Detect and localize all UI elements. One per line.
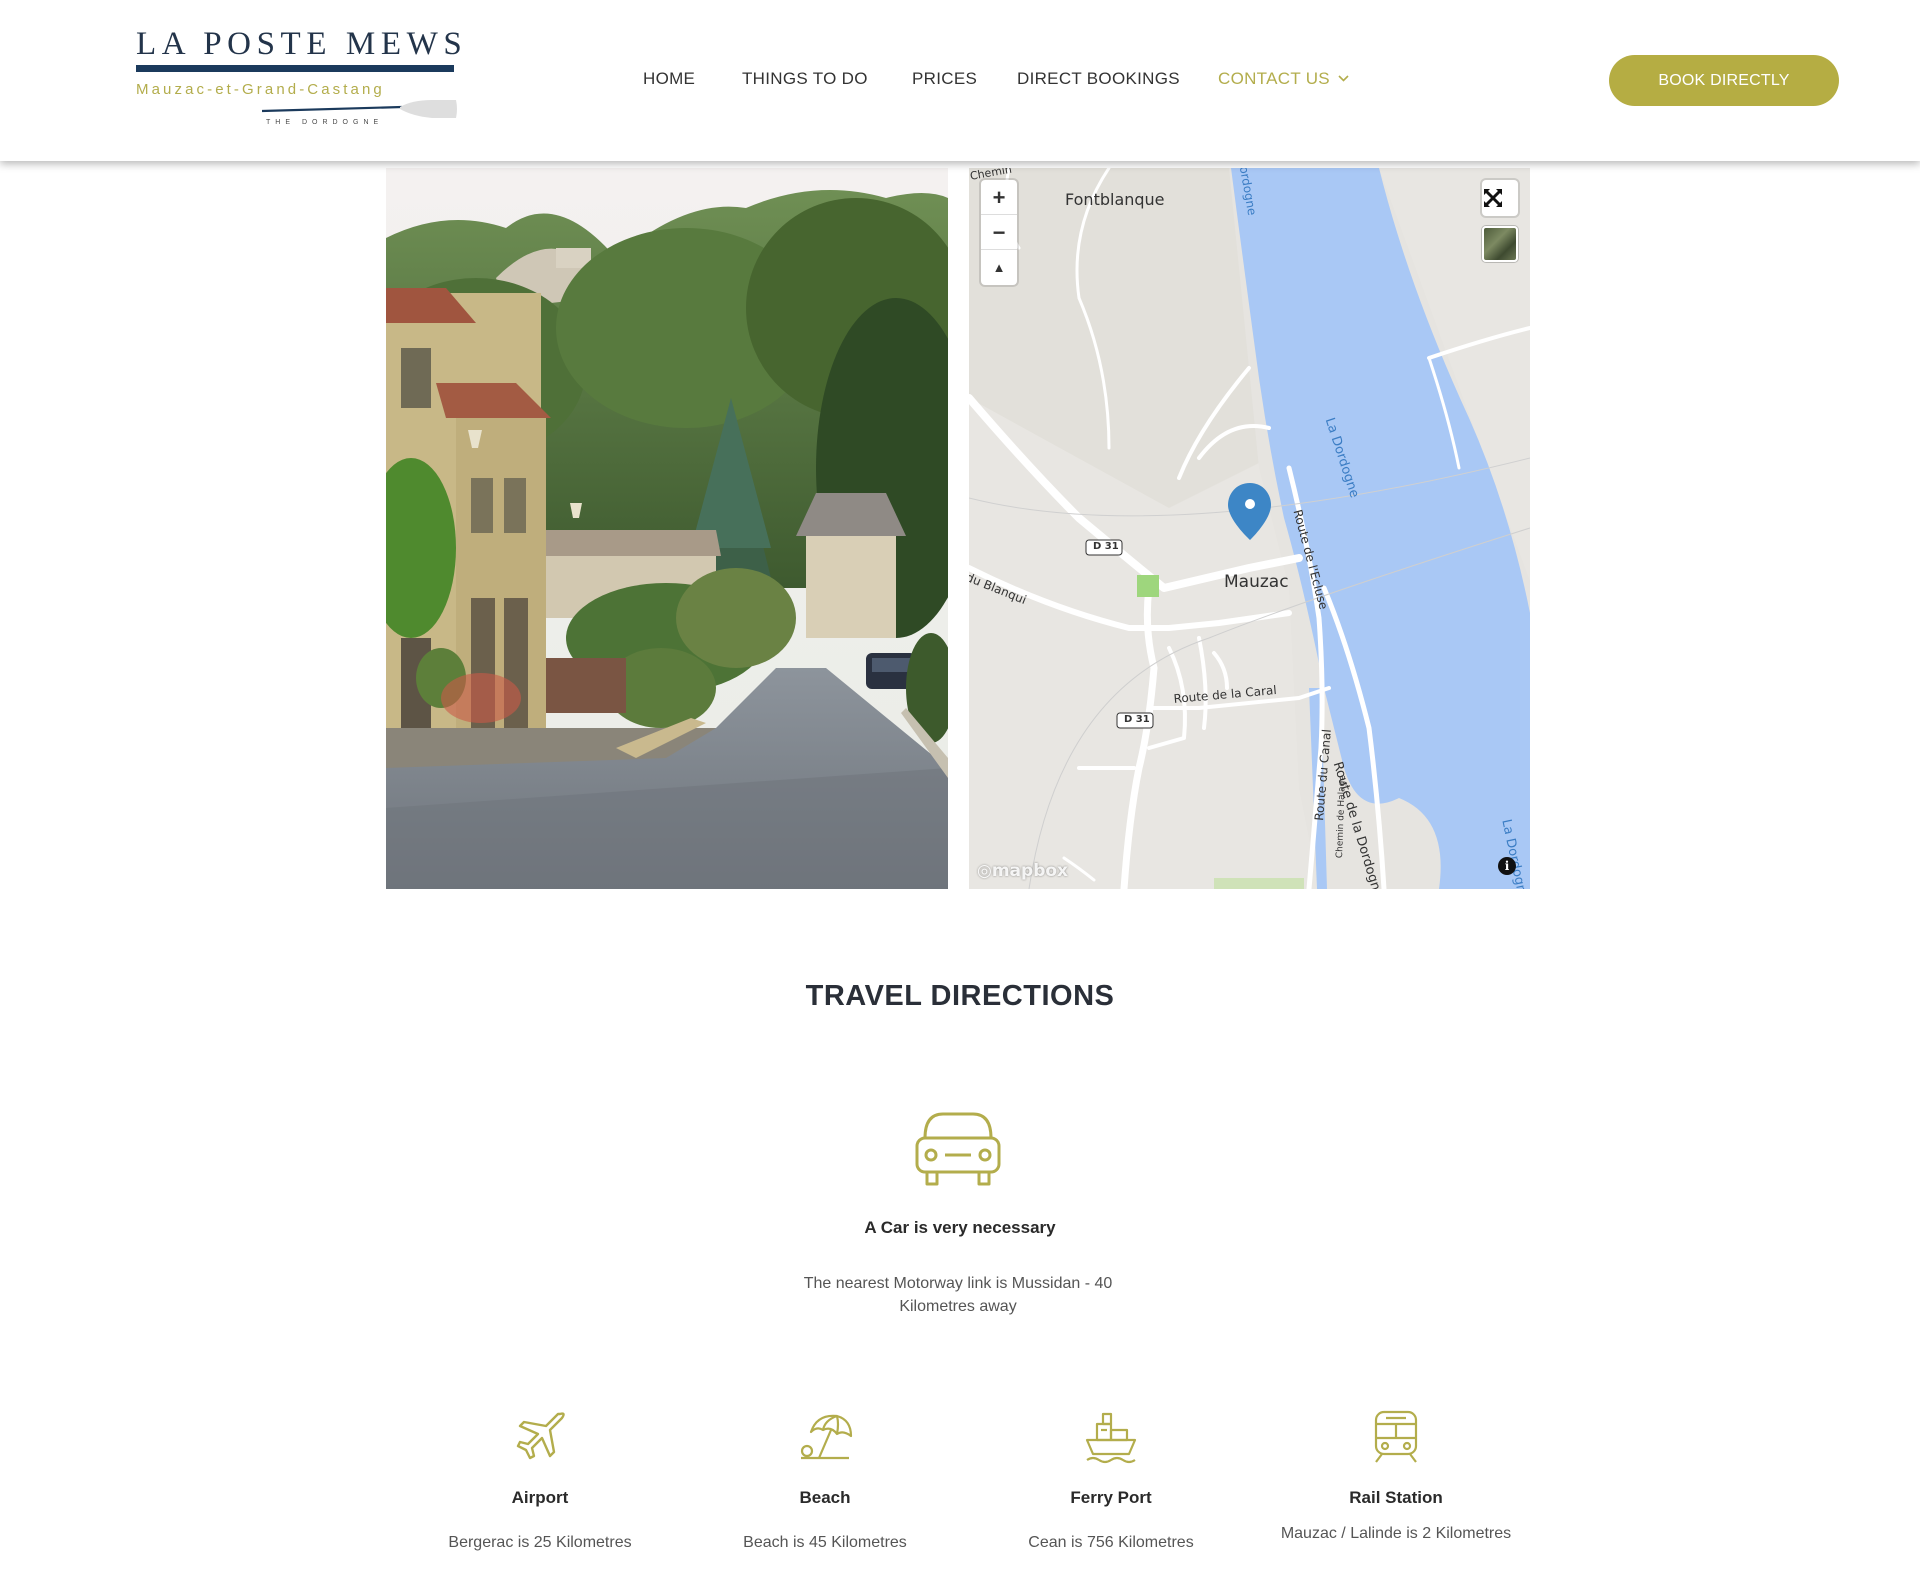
map-label-fontblanque: Fontblanque (1065, 190, 1165, 209)
nav-things-to-do[interactable]: THINGS TO DO (742, 69, 868, 89)
chevron-down-icon (1338, 75, 1349, 82)
feature-rail-station: Rail Station Mauzac / Lalinde is 2 Kilom… (1266, 1408, 1526, 1542)
feature-ferry-text: Cean is 756 Kilometres (1028, 1534, 1194, 1551)
compass-button[interactable]: ▲ (981, 250, 1017, 285)
travel-directions-title: TRAVEL DIRECTIONS (805, 980, 1115, 1012)
feature-beach-title: Beach (799, 1488, 851, 1507)
car-icon (915, 1112, 1001, 1186)
fullscreen-button[interactable] (1482, 180, 1518, 216)
oar-icon (262, 100, 457, 118)
mapbox-logo[interactable]: ◎mapbox (977, 861, 1068, 881)
mapbox-logo-text: mapbox (991, 861, 1069, 881)
feature-airport: Airport Bergerac is 25 Kilometres (410, 1408, 670, 1551)
logo-tagline: THE DORDOGNE (266, 119, 384, 126)
location-map[interactable]: Fontblanque Mauzac La Dordogne La Dordog… (969, 168, 1530, 889)
map-info-button[interactable]: i (1498, 857, 1516, 875)
zoom-out-button[interactable]: − (981, 215, 1017, 250)
nav-contact-us[interactable]: CONTACT US (1218, 69, 1349, 89)
map-zoom-controls: + − ▲ (981, 180, 1017, 285)
site-header: LA POSTE MEWS Mauzac-et-Grand-Castang TH… (0, 0, 1920, 161)
nav-home[interactable]: HOME (643, 69, 695, 89)
car-title: A Car is very necessary (864, 1218, 1056, 1237)
feature-beach: Beach Beach is 45 Kilometres (695, 1408, 955, 1551)
map-label-d31-a: D 31 (1093, 541, 1119, 552)
airplane-icon (516, 1412, 565, 1460)
fullscreen-icon (1484, 189, 1502, 207)
nav-contact-us-label: CONTACT US (1218, 69, 1330, 88)
village-street-photo (386, 168, 948, 889)
beach-umbrella-icon (800, 1414, 853, 1460)
car-text: The nearest Motorway link is Mussidan - … (803, 1275, 1113, 1315)
map-canvas (969, 168, 1530, 889)
feature-ferry-port: Ferry Port Cean is 756 Kilometres (981, 1408, 1241, 1551)
map-label-mauzac: Mauzac (1224, 572, 1289, 592)
ferry-icon (1085, 1412, 1137, 1464)
train-icon (1374, 1410, 1418, 1463)
feature-airport-text: Bergerac is 25 Kilometres (448, 1534, 632, 1551)
nav-prices[interactable]: PRICES (912, 69, 977, 89)
map-label-d31-b: D 31 (1124, 714, 1150, 725)
nav-direct-bookings[interactable]: DIRECT BOOKINGS (1017, 69, 1180, 89)
book-directly-button[interactable]: BOOK DIRECTLY (1609, 55, 1839, 106)
satellite-toggle-button[interactable] (1482, 226, 1518, 262)
feature-airport-title: Airport (511, 1488, 569, 1507)
logo-title: LA POSTE MEWS (136, 26, 468, 62)
zoom-in-button[interactable]: + (981, 180, 1017, 215)
feature-ferry-title: Ferry Port (1070, 1488, 1152, 1507)
feature-beach-text: Beach is 45 Kilometres (743, 1534, 907, 1551)
mapbox-logo-icon: ◎ (977, 861, 992, 881)
feature-rail-title: Rail Station (1349, 1488, 1443, 1507)
feature-rail-text: Mauzac / Lalinde is 2 Kilometres (1280, 1525, 1512, 1542)
